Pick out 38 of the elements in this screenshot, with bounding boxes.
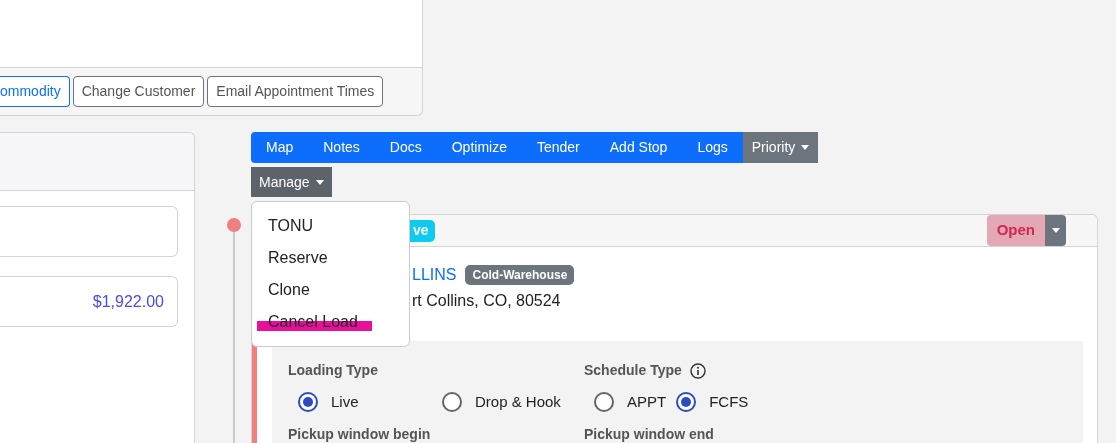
caret-icon [315,179,324,185]
status-dropdown-toggle[interactable] [1045,215,1066,246]
info-icon[interactable] [689,362,706,379]
priority-dropdown[interactable]: Priority [742,132,819,163]
caret-icon [801,145,810,150]
nav-link[interactable]: Tender [521,132,595,163]
radio-label: Drop & Hook [475,392,561,412]
nav-link[interactable]: Logs [682,132,743,163]
field-label: Pickup window begin [288,424,432,443]
nav-link[interactable]: Map [251,132,309,163]
field-label: Loading Type [288,361,379,380]
radio-button[interactable] [298,392,318,413]
menu-item[interactable]: TONU [257,214,325,238]
nav-link[interactable]: Add Stop [594,132,683,163]
radio-label: APPT [627,392,667,412]
input-field[interactable] [0,206,178,257]
radio-button[interactable] [594,392,614,413]
nav-link[interactable]: Optimize [436,132,522,163]
menu-item[interactable]: Reserve [257,246,339,270]
stop-address: rt Collins, CO, 80524 [412,291,562,311]
radio-button[interactable] [676,392,697,413]
action-button[interactable]: Email Appointment Times [207,76,384,107]
action-button[interactable]: Change Customer [72,76,205,107]
menu-item[interactable]: Clone [257,278,321,302]
radio-button[interactable] [442,392,462,413]
caret-icon [1051,228,1060,233]
input-field[interactable]: $1,922.00 [0,276,178,327]
tag: Cold-Warehouse [465,265,575,285]
radio-label: FCFS [709,392,749,412]
radio-label: Live [331,392,359,412]
action-button[interactable]: ommodity [0,76,70,107]
status-button[interactable]: Open [986,215,1045,246]
field-label: Schedule Type [584,361,682,380]
manage-button[interactable]: Manage [251,167,332,197]
nav-link[interactable]: Docs [374,132,437,163]
field-label: Pickup window end [584,424,715,443]
nav-link[interactable]: Notes [308,132,375,163]
stop-name-link[interactable]: LLINS [412,263,457,287]
